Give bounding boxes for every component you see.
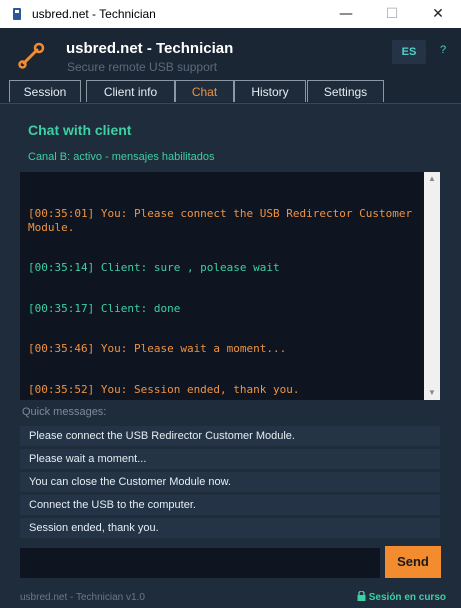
quick-message-item[interactable]: Please wait a moment... bbox=[20, 449, 440, 469]
window-title: usbred.net - Technician bbox=[32, 7, 156, 21]
session-status: Sesión en curso bbox=[357, 591, 446, 603]
app-icon bbox=[13, 8, 21, 20]
chat-message: [00:35:52] You: Session ended, thank you… bbox=[28, 382, 300, 396]
quick-message-item[interactable]: Please connect the USB Redirector Custom… bbox=[20, 426, 440, 446]
quick-messages-label: Quick messages: bbox=[22, 406, 107, 418]
chat-panel: Chat with client Canal B: activo - mensa… bbox=[0, 104, 461, 608]
maximize-button[interactable]: ☐ bbox=[369, 0, 415, 28]
chat-log-text: [00:35:01] You: Please connect the USB R… bbox=[28, 180, 416, 423]
minimize-button[interactable]: — bbox=[323, 0, 369, 28]
chat-message: [00:35:46] You: Please wait a moment... bbox=[28, 342, 287, 355]
quick-message-item[interactable]: You can close the Customer Module now. bbox=[20, 472, 440, 492]
quick-message-item[interactable]: Connect the USB to the computer. bbox=[20, 495, 440, 515]
quick-message-item[interactable]: Session ended, thank you. bbox=[20, 518, 440, 538]
tab-session[interactable]: Session bbox=[9, 80, 81, 102]
tab-history[interactable]: History bbox=[234, 80, 306, 102]
scroll-down-icon[interactable]: ▼ bbox=[424, 386, 440, 400]
tab-client-info[interactable]: Client info bbox=[86, 80, 175, 102]
chat-message: [00:35:17] Client: done bbox=[28, 301, 181, 315]
send-button[interactable]: Send bbox=[385, 546, 441, 578]
scroll-up-icon[interactable]: ▲ bbox=[424, 172, 440, 186]
version-label: usbred.net - Technician v1.0 bbox=[20, 592, 145, 603]
chat-message: [00:35:14] Client: sure , polease wait bbox=[28, 261, 280, 274]
lock-icon bbox=[357, 591, 366, 601]
session-status-label: Sesión en curso bbox=[368, 592, 446, 603]
app-tagline: Secure remote USB support bbox=[67, 60, 218, 74]
chat-title: Chat with client bbox=[28, 122, 132, 138]
tab-chat[interactable]: Chat bbox=[175, 80, 234, 102]
help-button[interactable]: ? bbox=[440, 44, 446, 56]
app-window: usbred.net - Technician Secure remote US… bbox=[0, 28, 461, 608]
app-brand: usbred.net - Technician bbox=[66, 40, 234, 57]
window-titlebar: usbred.net - Technician — ☐ ✕ bbox=[0, 0, 461, 28]
close-button[interactable]: ✕ bbox=[415, 0, 461, 28]
channel-status: Canal B: activo - mensajes habilitados bbox=[28, 151, 215, 163]
tab-settings[interactable]: Settings bbox=[307, 80, 384, 102]
chat-log[interactable]: [00:35:01] You: Please connect the USB R… bbox=[20, 172, 440, 400]
chat-message: [00:35:01] You: Please connect the USB R… bbox=[28, 207, 419, 234]
chat-scrollbar[interactable]: ▲ ▼ bbox=[424, 172, 440, 400]
message-input[interactable] bbox=[20, 548, 380, 578]
wrench-icon bbox=[18, 42, 45, 69]
language-button[interactable]: ES bbox=[392, 40, 426, 64]
